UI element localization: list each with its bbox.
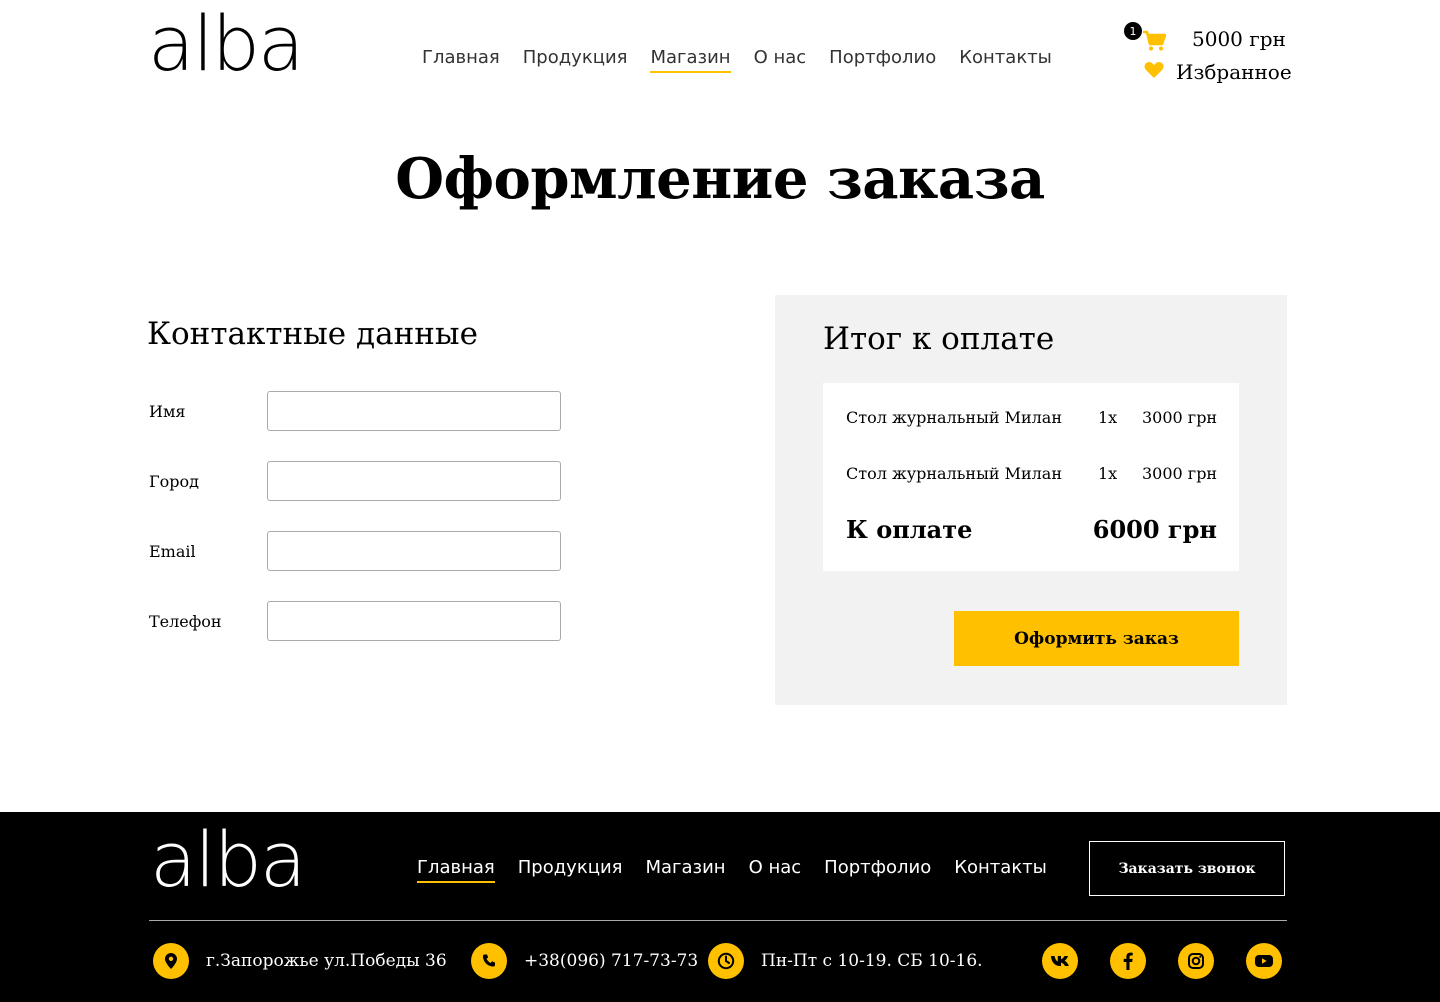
request-call-button[interactable]: Заказать звонок <box>1089 841 1285 896</box>
cart-total: 5000 грн <box>1192 27 1286 51</box>
address-text: г.Запорожье ул.Победы 36 <box>206 951 447 971</box>
name-row: Имя <box>149 391 561 431</box>
phone-row: Телефон <box>149 601 561 641</box>
name-input[interactable] <box>267 391 561 431</box>
heart-icon <box>1144 60 1164 84</box>
item-name: Стол журнальный Милан <box>846 408 1062 427</box>
nav-link-home[interactable]: Главная <box>422 47 500 73</box>
city-row: Город <box>149 461 561 501</box>
favorites-label: Избранное <box>1176 60 1292 84</box>
location-icon <box>153 943 189 979</box>
cart-icon[interactable] <box>1142 30 1167 56</box>
total-row: К оплате 6000 грн <box>846 515 1217 544</box>
list-item: Стол журнальный Милан 1х 3000 грн <box>846 408 1218 427</box>
nav-link-about[interactable]: О нас <box>754 47 807 73</box>
footer-address: г.Запорожье ул.Победы 36 <box>153 943 447 979</box>
city-input[interactable] <box>267 461 561 501</box>
nav-link-portfolio[interactable]: Портфолио <box>829 47 936 73</box>
footer-nav-link-about[interactable]: О нас <box>749 857 802 883</box>
total-value: 6000 грн <box>1092 515 1217 544</box>
footer-logo[interactable]: alba <box>150 822 307 898</box>
phone-label: Телефон <box>149 611 222 631</box>
footer-nav-link-products[interactable]: Продукция <box>518 857 623 883</box>
youtube-icon[interactable] <box>1246 943 1282 979</box>
item-qty: 1х <box>1098 464 1118 483</box>
cart-widget[interactable]: 1 5000 грн <box>1124 22 1294 58</box>
item-qty: 1х <box>1098 408 1118 427</box>
email-label: Email <box>149 541 196 561</box>
hours-text: Пн-Пт с 10-19. СБ 10-16. <box>761 951 983 971</box>
name-label: Имя <box>149 401 186 421</box>
phone-icon <box>471 943 507 979</box>
footer-nav-link-home[interactable]: Главная <box>417 857 495 883</box>
phone-input[interactable] <box>267 601 561 641</box>
footer-nav-link-contacts[interactable]: Контакты <box>954 857 1047 883</box>
city-label: Город <box>149 471 199 491</box>
order-summary: Итог к оплате Стол журнальный Милан 1х 3… <box>775 295 1287 705</box>
footer-nav-link-portfolio[interactable]: Портфолио <box>824 857 931 883</box>
footer-phone[interactable]: +38(096) 717-73-73 <box>471 943 698 979</box>
logo[interactable]: alba <box>148 6 305 82</box>
vk-icon[interactable] <box>1042 943 1078 979</box>
nav-link-contacts[interactable]: Контакты <box>959 47 1052 73</box>
instagram-icon[interactable] <box>1178 943 1214 979</box>
contact-section-title: Контактные данные <box>147 316 478 352</box>
cart-count-badge: 1 <box>1124 22 1142 40</box>
footer-hours: Пн-Пт с 10-19. СБ 10-16. <box>708 943 983 979</box>
nav-link-products[interactable]: Продукция <box>523 47 628 73</box>
main-nav: Главная Продукция Магазин О нас Портфоли… <box>422 47 1052 73</box>
place-order-button[interactable]: Оформить заказ <box>954 611 1239 666</box>
summary-items-box: Стол журнальный Милан 1х 3000 грн Стол ж… <box>823 383 1239 571</box>
email-input[interactable] <box>267 531 561 571</box>
favorites-link[interactable]: Избранное <box>1144 60 1292 84</box>
summary-title: Итог к оплате <box>823 321 1055 357</box>
list-item: Стол журнальный Милан 1х 3000 грн <box>846 464 1218 483</box>
phone-text[interactable]: +38(096) 717-73-73 <box>524 951 698 971</box>
email-row: Email <box>149 531 561 571</box>
item-price: 3000 грн <box>1142 464 1218 483</box>
total-label: К оплате <box>846 515 973 544</box>
facebook-icon[interactable] <box>1110 943 1146 979</box>
nav-link-shop[interactable]: Магазин <box>650 47 731 73</box>
footer-nav-link-shop[interactable]: Магазин <box>645 857 725 883</box>
page-title: Оформление заказа <box>395 146 1045 212</box>
item-name: Стол журнальный Милан <box>846 464 1062 483</box>
clock-icon <box>708 943 744 979</box>
footer-nav: Главная Продукция Магазин О нас Портфоли… <box>417 857 1047 883</box>
footer-divider <box>149 920 1287 921</box>
item-price: 3000 грн <box>1142 408 1218 427</box>
